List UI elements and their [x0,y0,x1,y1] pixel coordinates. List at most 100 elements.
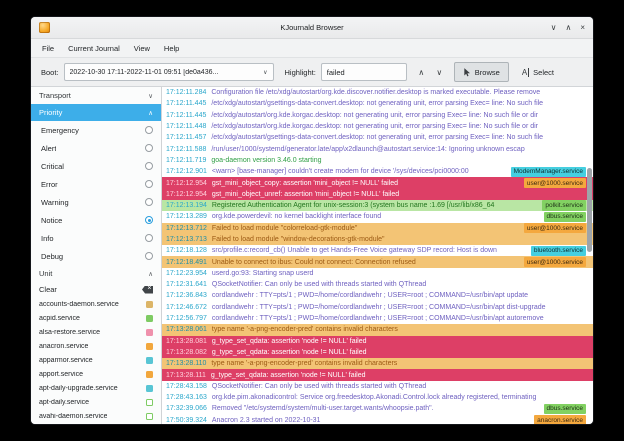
radio-button[interactable] [145,198,153,206]
log-row[interactable]: 17:12:13.713Failed to load module "windo… [162,234,593,245]
radio-button[interactable] [145,216,153,224]
log-row[interactable]: 17:12:13.289org.kde.powerdevil: no kerne… [162,211,593,222]
unit-item-alsa-restore-service[interactable]: alsa-restore.service [31,325,161,339]
log-row[interactable]: 17:12:11.445/etc/xdg/autostart/org.kde.k… [162,110,593,121]
priority-option-warning[interactable]: Warning [31,193,161,211]
maximize-button[interactable]: ∧ [565,23,571,33]
log-row[interactable]: 17:12:56.797cordlandwehr : TTY=pts/1 ; P… [162,313,593,324]
log-row[interactable]: 17:12:11.588/run/user/1000/systemd/gener… [162,143,593,154]
menu-item-help[interactable]: Help [157,42,186,55]
unit-item-apparmor-service[interactable]: apparmor.service [31,353,161,367]
browse-button[interactable]: Browse [454,62,509,82]
log-row[interactable]: 17:12:11.457/etc/xdg/autostart/gsettings… [162,132,593,143]
priority-option-label: Notice [41,216,62,225]
priority-option-notice[interactable]: Notice [31,211,161,229]
scrollbar-thumb[interactable] [587,168,592,252]
select-button-label: Select [533,68,554,77]
priority-option-alert[interactable]: Alert [31,139,161,157]
highlight-label: Highlight: [285,68,316,77]
unit-checkbox[interactable] [146,371,153,378]
log-row[interactable]: 17:12:12.954gst_mini_object_unref: asser… [162,189,593,200]
log-row[interactable]: 17:13:28.061type name '-a-png-encoder-pr… [162,324,593,335]
clear-units-button[interactable]: Clear [31,282,161,297]
select-button[interactable]: A Select [514,62,562,82]
priority-option-error[interactable]: Error [31,175,161,193]
unit-section-header[interactable]: Unit ∧ [31,265,161,282]
filter-sidebar: Transport ∨ Priority ∧ Emergency AlertCri… [31,87,162,424]
radio-button[interactable] [145,180,153,188]
unit-item-apt-daily-service[interactable]: apt-daily.service [31,395,161,409]
unit-checkbox[interactable] [146,301,153,308]
unit-checkbox[interactable] [146,413,153,420]
log-row[interactable]: 17:12:18.128src/profile.c:record_cb() Un… [162,245,593,256]
log-row[interactable]: 17:12:12.954gst_mini_object_copy: assert… [162,177,593,188]
log-row[interactable]: 17:12:13.712 Failed to load module "color… [162,223,593,234]
unit-item-anacron-service[interactable]: anacron.service [31,339,161,353]
titlebar[interactable]: KJournald Browser ∨ ∧ × [31,17,593,39]
window-controls: ∨ ∧ × [551,23,585,33]
unit-item-accounts-daemon-service[interactable]: accounts-daemon.service [31,297,161,311]
priority-option-critical[interactable]: Critical [31,157,161,175]
log-message: org.kde.pim.akonadicontrol: Service org.… [212,394,537,401]
log-message: src/profile.c:record_cb() Unable to get … [212,247,497,254]
log-row[interactable]: 17:13:28.111g_type_set_qdata: assertion … [162,369,593,380]
unit-checkbox[interactable] [146,343,153,350]
log-scrollbar[interactable] [587,87,592,424]
journal-log-view: 17:12:11.284Configuration file /etc/xdg/… [162,87,593,424]
boot-combobox[interactable]: 2022-10-30 17:11-2022-11-01 09:51 [de0a4… [64,63,274,81]
log-timestamp: 17:13:28.081 [166,338,207,345]
unit-checkbox[interactable] [146,399,153,406]
priority-option-emergency[interactable]: Emergency [31,121,161,139]
radio-button[interactable] [145,162,153,170]
unit-checkbox[interactable] [146,385,153,392]
log-row[interactable]: 17:28:43.158QSocketNotifier: Can only be… [162,381,593,392]
log-row[interactable]: 17:12:11.284Configuration file /etc/xdg/… [162,87,593,98]
priority-option-debug[interactable]: Debug [31,247,161,265]
minimize-button[interactable]: ∨ [551,23,557,33]
priority-option-label: Emergency [41,126,79,135]
log-row[interactable]: 17:12:13.194Registered Authentication Ag… [162,200,593,211]
unit-badge: dbus.service [544,212,587,222]
log-row[interactable]: 17:12:31.641QSocketNotifier: Can only be… [162,279,593,290]
log-row[interactable]: 17:12:23.954userd.go:93: Starting snap u… [162,268,593,279]
log-row[interactable]: 17:12:36.843cordlandwehr : TTY=pts/1 ; P… [162,290,593,301]
unit-checkbox[interactable] [146,329,153,336]
menu-item-file[interactable]: File [35,42,61,55]
unit-item-apport-service[interactable]: apport.service [31,367,161,381]
unit-item-apt-daily-upgrade-service[interactable]: apt-daily-upgrade.service [31,381,161,395]
log-message: Failed to load module "colorreload-gtk-m… [212,225,357,232]
priority-option-info[interactable]: Info [31,229,161,247]
log-row[interactable]: 17:32:39.066Removed "/etc/systemd/system… [162,403,593,414]
radio-button[interactable] [145,126,153,134]
log-row[interactable]: 17:13:28.081g_type_set_qdata: assertion … [162,336,593,347]
log-row[interactable]: 17:12:11.445/etc/xdg/autostart/gsettings… [162,98,593,109]
close-button[interactable]: × [580,23,585,33]
log-row[interactable]: 17:12:11.448/etc/xdg/autostart/org.kde.k… [162,121,593,132]
menu-item-current-journal[interactable]: Current Journal [61,42,127,55]
next-match-button[interactable]: ∨ [432,64,447,81]
clear-units-label: Clear [39,285,57,294]
log-message: /etc/xdg/autostart/gsettings-data-conver… [211,134,543,141]
unit-checkbox[interactable] [146,357,153,364]
log-row[interactable]: 17:13:28.110type name '-a-png-encoder-pr… [162,358,593,369]
priority-section-header[interactable]: Priority ∧ [31,104,161,121]
log-row[interactable]: 17:13:28.082g_type_set_qdata: assertion … [162,347,593,358]
log-timestamp: 17:12:13.712 [166,225,207,232]
log-timestamp: 17:12:12.901 [166,168,207,175]
transport-section-header[interactable]: Transport ∨ [31,87,161,104]
log-row[interactable]: 17:12:18.491Unable to connect to ibus: C… [162,256,593,267]
highlight-input[interactable] [321,63,407,81]
radio-button[interactable] [145,252,153,260]
log-row[interactable]: 17:12:12.901<warn> [base-manager] couldn… [162,166,593,177]
unit-checkbox[interactable] [146,315,153,322]
log-row[interactable]: 17:28:43.163org.kde.pim.akonadicontrol: … [162,392,593,403]
log-row[interactable]: 17:50:39.324Anacron 2.3 started on 2022-… [162,415,593,424]
menu-item-view[interactable]: View [127,42,157,55]
radio-button[interactable] [145,144,153,152]
radio-button[interactable] [145,234,153,242]
unit-item-acpid-service[interactable]: acpid.service [31,311,161,325]
unit-item-avahi-daemon-service[interactable]: avahi-daemon.service [31,409,161,423]
log-row[interactable]: 17:12:46.672cordlandwehr : TTY=pts/1 ; P… [162,302,593,313]
previous-match-button[interactable]: ∧ [414,64,429,81]
log-row[interactable]: 17:12:11.719goa-daemon version 3.46.0 st… [162,155,593,166]
